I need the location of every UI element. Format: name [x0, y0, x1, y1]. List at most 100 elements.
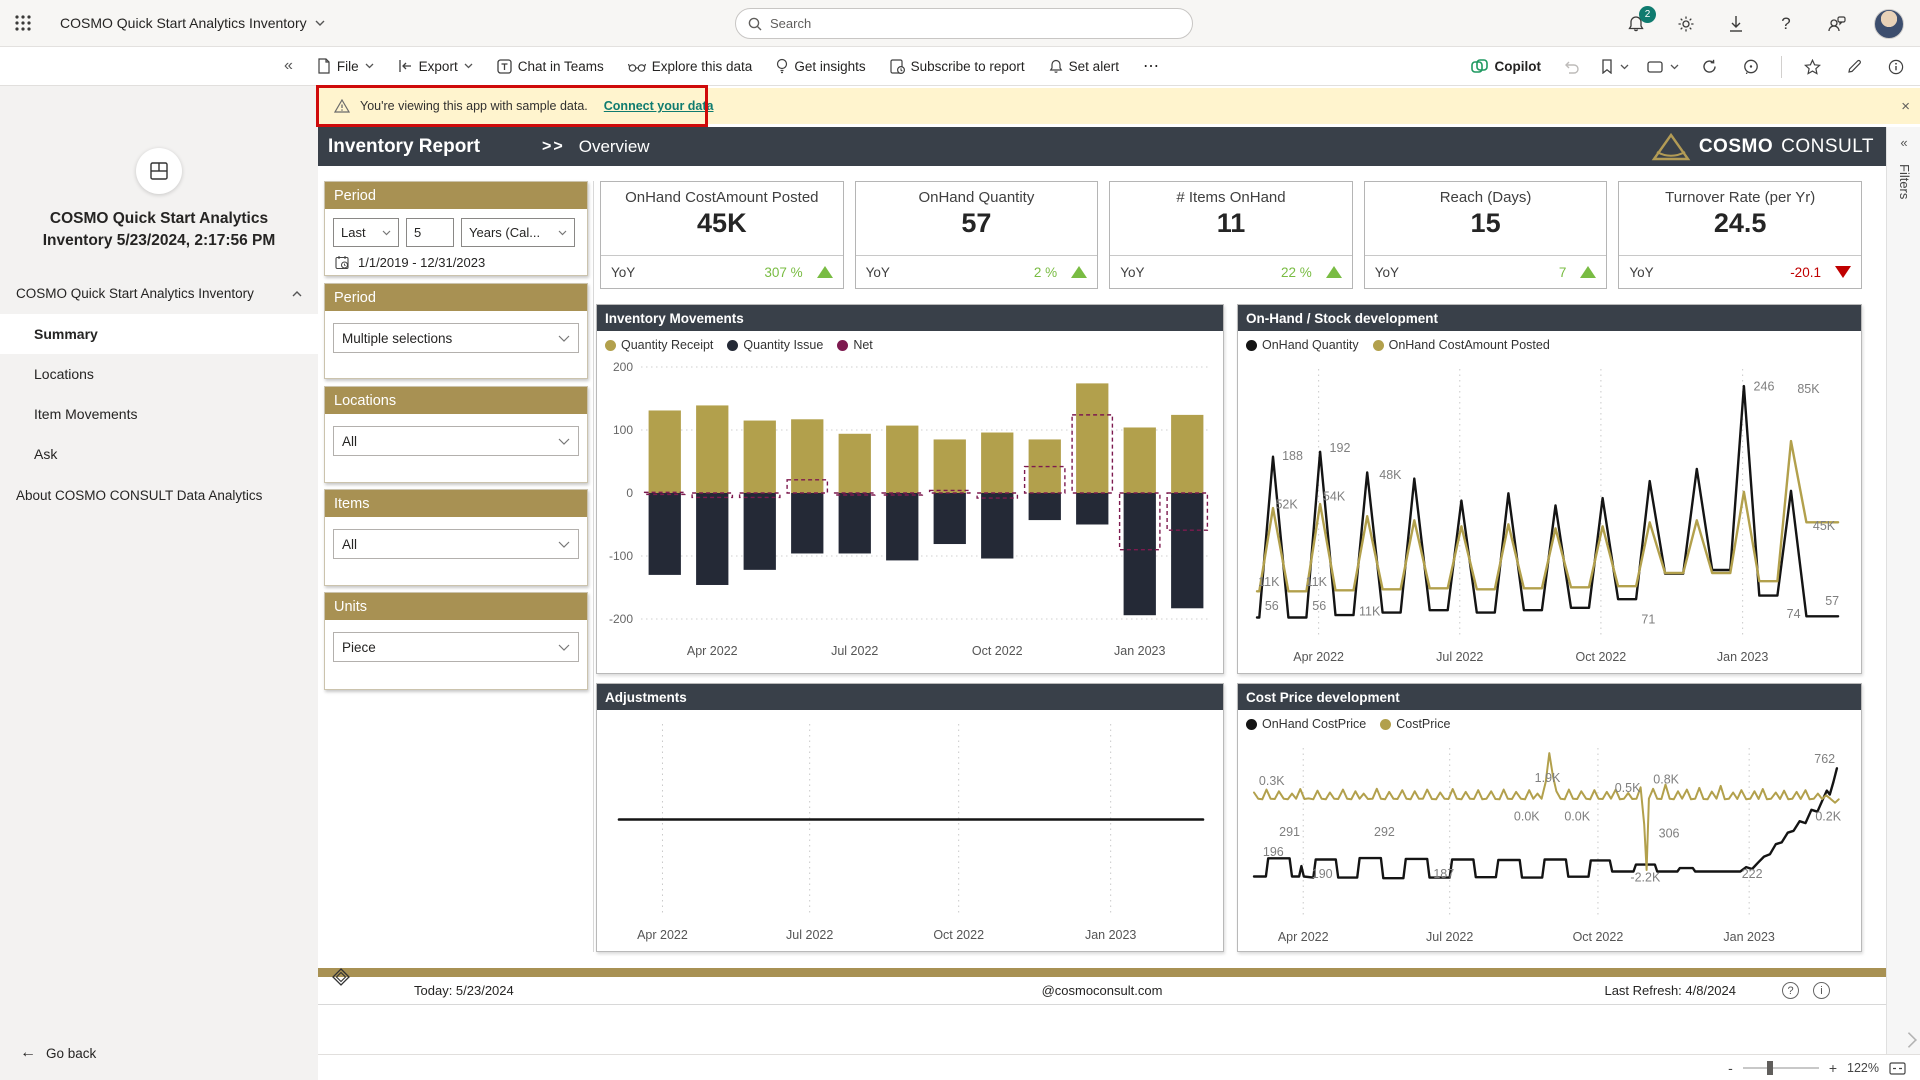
search-input[interactable]: Search — [735, 8, 1193, 39]
zoom-slider-handle[interactable] — [1767, 1061, 1773, 1075]
sidebar-item-summary[interactable]: Summary — [0, 314, 318, 354]
more-options-button[interactable]: ⋯ — [1143, 56, 1160, 76]
filter-locations: Locations All — [324, 386, 588, 483]
subscribe-report-icon — [890, 59, 905, 74]
kpi-card-onhand-quantity[interactable]: OnHand Quantity 57 YoY2 % — [855, 181, 1099, 289]
view-button[interactable] — [1647, 61, 1679, 73]
collapse-sidebar-button[interactable]: « — [284, 57, 293, 75]
explore-data-button[interactable]: Explore this data — [628, 59, 753, 74]
kpi-card-items-onhand[interactable]: # Items OnHand 11 YoY22 % — [1109, 181, 1353, 289]
chevron-down-icon — [315, 20, 325, 26]
report-page-name: Overview — [579, 137, 650, 157]
units-dropdown[interactable]: Piece — [333, 632, 579, 662]
svg-text:292: 292 — [1374, 825, 1395, 839]
report-icon — [149, 161, 169, 181]
user-avatar[interactable] — [1874, 9, 1904, 39]
export-menu[interactable]: Export — [398, 59, 473, 74]
kpi-value: 24.5 — [1619, 208, 1861, 255]
connect-your-data-link[interactable]: Connect your data — [604, 99, 714, 113]
sidebar-item-locations[interactable]: Locations — [0, 354, 318, 394]
waffle-menu-icon[interactable] — [0, 0, 46, 47]
lightbulb-icon — [776, 58, 788, 74]
notifications-button[interactable]: 2 — [1624, 12, 1648, 36]
download-button[interactable] — [1724, 12, 1748, 36]
svg-text:56: 56 — [1265, 599, 1279, 613]
svg-text:71: 71 — [1641, 613, 1655, 627]
svg-text:Apr 2022: Apr 2022 — [637, 928, 688, 942]
zoom-in-button[interactable]: + — [1829, 1060, 1837, 1076]
svg-text:196: 196 — [1263, 845, 1284, 859]
svg-text:190: 190 — [1312, 867, 1333, 881]
go-back-button[interactable]: ← Go back — [20, 1044, 96, 1062]
kpi-card-onhand-costamount[interactable]: OnHand CostAmount Posted 45K YoY307 % — [600, 181, 844, 289]
chat-in-teams-button[interactable]: Chat in Teams — [497, 59, 604, 74]
kpi-trend-arrow — [1071, 266, 1087, 278]
sidebar-item-item-movements[interactable]: Item Movements — [0, 394, 318, 434]
set-alert-button[interactable]: Set alert — [1049, 59, 1119, 74]
svg-text:-100: -100 — [609, 549, 633, 563]
power-bi-app: COSMO Quick Start Analytics Inventory Se… — [0, 0, 1920, 1080]
download-icon — [1728, 15, 1744, 33]
svg-text:0.0K: 0.0K — [1514, 810, 1540, 824]
svg-text:Jul 2022: Jul 2022 — [1436, 650, 1483, 664]
cost-price-panel[interactable]: Cost Price development OnHand CostPrice … — [1237, 683, 1862, 952]
adjustments-panel[interactable]: Adjustments Apr 2022Jul 2022Oct 2022Jan … — [596, 683, 1224, 952]
period-dropdown[interactable]: Multiple selections — [333, 323, 579, 353]
copilot-icon — [1471, 58, 1488, 75]
app-title-dropdown[interactable]: COSMO Quick Start Analytics Inventory — [60, 15, 325, 31]
svg-text:222: 222 — [1742, 867, 1763, 881]
file-menu[interactable]: File — [317, 58, 374, 74]
filters-pane-label[interactable]: Filters — [1897, 164, 1912, 199]
chevron-down-icon — [558, 541, 570, 548]
svg-text:54K: 54K — [1323, 489, 1346, 503]
zoom-out-button[interactable]: - — [1728, 1060, 1733, 1076]
expand-filters-icon[interactable]: « — [1887, 135, 1920, 150]
period-mode-select[interactable]: Last — [333, 218, 399, 247]
pencil-icon — [1847, 59, 1862, 74]
sidebar-about-link[interactable]: About COSMO CONSULT Data Analytics — [16, 488, 262, 503]
favorite-button[interactable] — [1800, 55, 1824, 79]
locations-dropdown[interactable]: All — [333, 426, 579, 456]
svg-text:Jan 2023: Jan 2023 — [1085, 928, 1136, 942]
comments-button[interactable] — [1739, 55, 1763, 79]
adjustments-chart[interactable]: Apr 2022Jul 2022Oct 2022Jan 2023 — [597, 710, 1223, 951]
edit-button[interactable] — [1842, 55, 1866, 79]
footer-info-icon[interactable]: i — [1813, 982, 1830, 999]
feedback-button[interactable] — [1824, 12, 1848, 36]
undo-button[interactable] — [1559, 55, 1583, 79]
kpi-yoy-label: YoY — [611, 265, 635, 280]
svg-text:0.2K: 0.2K — [1815, 810, 1841, 824]
sidebar-item-ask[interactable]: Ask — [0, 434, 318, 474]
period-unit-select[interactable]: Years (Cal... — [461, 218, 575, 247]
period-count-input[interactable]: 5 — [406, 218, 454, 247]
subscribe-button[interactable]: Subscribe to report — [890, 59, 1025, 74]
kpi-card-turnover-rate[interactable]: Turnover Rate (per Yr) 24.5 YoY-20.1 — [1618, 181, 1862, 289]
zoom-slider[interactable] — [1743, 1067, 1819, 1069]
footer-help-icon[interactable]: ? — [1782, 982, 1799, 999]
info-button[interactable] — [1884, 55, 1908, 79]
filter-items: Items All — [324, 489, 588, 586]
refresh-button[interactable] — [1697, 55, 1721, 79]
svg-text:48K: 48K — [1379, 468, 1402, 482]
get-insights-button[interactable]: Get insights — [776, 58, 865, 74]
inventory-movements-chart[interactable]: 2001000-100-200Apr 2022Jul 2022Oct 2022J… — [597, 359, 1223, 673]
onhand-stock-panel[interactable]: On-Hand / Stock development OnHand Quant… — [1237, 304, 1862, 674]
inventory-movements-panel[interactable]: Inventory Movements Quantity Receipt Qua… — [596, 304, 1224, 674]
settings-button[interactable] — [1674, 12, 1698, 36]
fit-to-screen-icon[interactable] — [1889, 1062, 1906, 1075]
period-date-range: 1/1/2019 - 12/31/2023 — [335, 255, 587, 270]
kpi-yoy-value: 22 % — [1281, 265, 1312, 280]
sidebar-group-toggle[interactable]: COSMO Quick Start Analytics Inventory — [16, 286, 302, 301]
kpi-yoy-label: YoY — [1375, 265, 1399, 280]
sidebar: COSMO Quick Start Analytics Inventory 5/… — [0, 86, 318, 1080]
help-button[interactable]: ? — [1774, 12, 1798, 36]
cost-price-chart[interactable]: Apr 2022Jul 2022Oct 2022Jan 20230.3K2911… — [1238, 738, 1861, 953]
kpi-yoy-label: YoY — [1629, 265, 1653, 280]
copilot-button[interactable]: Copilot — [1471, 58, 1542, 75]
bookmarks-button[interactable] — [1601, 59, 1629, 74]
kpi-card-reach-days[interactable]: Reach (Days) 15 YoY7 — [1364, 181, 1608, 289]
items-dropdown[interactable]: All — [333, 529, 579, 559]
onhand-stock-chart[interactable]: Apr 2022Jul 2022Oct 2022Jan 202318819248… — [1238, 359, 1861, 673]
svg-text:192: 192 — [1330, 441, 1351, 455]
banner-close-icon[interactable]: × — [1901, 98, 1910, 115]
